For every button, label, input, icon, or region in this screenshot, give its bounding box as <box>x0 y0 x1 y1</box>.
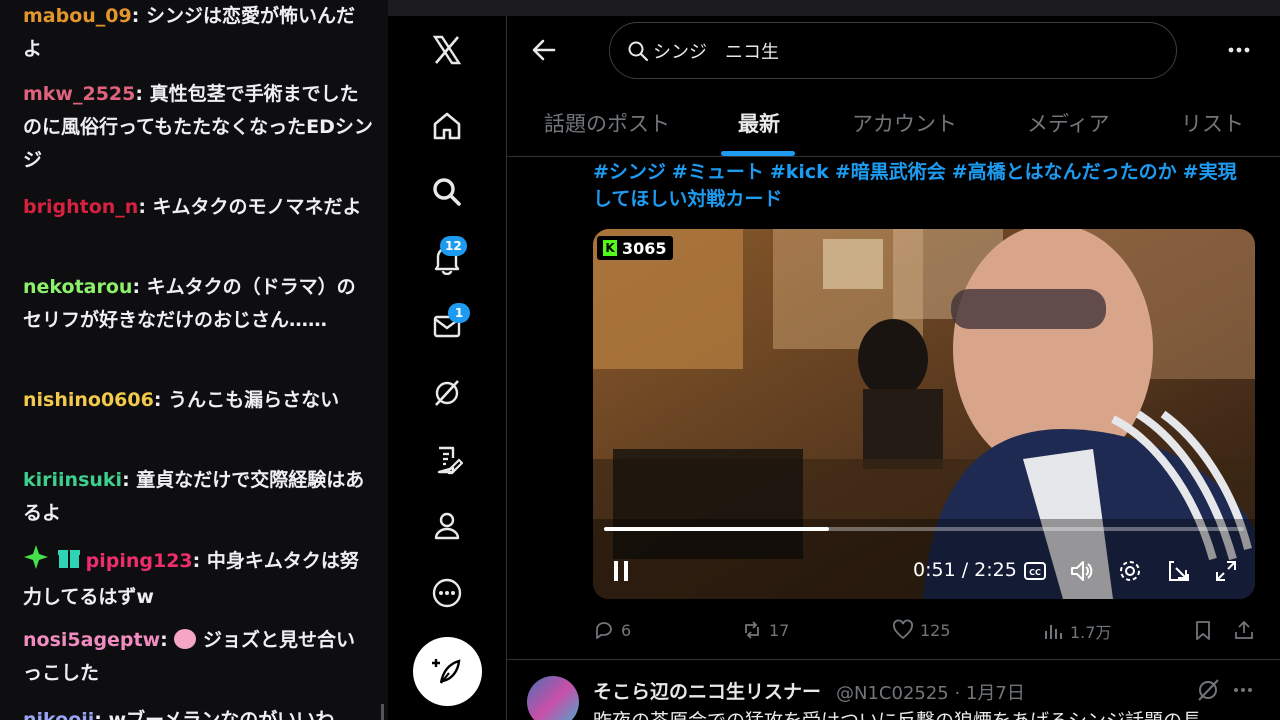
chat-message: nikooji: wブーメランなのがいいわ <box>23 704 373 720</box>
views-chart-icon <box>1045 625 1062 639</box>
tab-top[interactable]: 話題のポスト <box>544 108 670 138</box>
tweet-author-handle[interactable]: @N1C02525 · 1月7日 <box>836 679 1025 705</box>
share-button[interactable] <box>1233 619 1255 641</box>
kick-viewer-count: K 3065 <box>597 236 673 260</box>
reply-button[interactable]: 6 <box>593 619 631 641</box>
video-progress-bar[interactable] <box>604 527 1244 531</box>
sparkle-icon <box>24 545 48 569</box>
divider <box>507 156 1280 157</box>
search-box[interactable] <box>609 22 1177 79</box>
chat-message: nekotarou: キムタクの（ドラマ）のセリフが好きなだけのおじさん…… <box>23 276 356 331</box>
hashtag-link[interactable]: #kick <box>770 161 829 183</box>
hashtag-link[interactable]: #高橋とはなんだったのか <box>952 161 1177 183</box>
tab-latest[interactable]: 最新 <box>738 108 780 138</box>
chat-message: nosi5ageptw: ジョズと見せ合いっこした <box>23 629 356 684</box>
pause-icon[interactable] <box>606 556 636 586</box>
fullscreen-icon[interactable] <box>1211 556 1241 586</box>
heart-icon <box>893 619 913 640</box>
repost-button[interactable]: 17 <box>741 619 789 641</box>
chat-message: kiriinsuki: 童貞なだけで交際経験はあるよ <box>23 469 365 524</box>
x-logo-icon[interactable] <box>429 32 465 68</box>
tweet-text: 昨夜の茶原会での猛攻を受けついに反撃の狼煙をあげるシンジ話題の長 <box>593 706 1253 720</box>
chat-text: キムタクのモノマネだよ <box>152 196 362 218</box>
chat-username[interactable]: nekotarou <box>23 276 132 298</box>
like-count: 125 <box>920 620 951 640</box>
chat-username[interactable]: mabou_09 <box>23 5 132 27</box>
chat-message: brighton_n: キムタクのモノマネだよ <box>23 196 362 218</box>
chat-username[interactable]: mkw_2525 <box>23 83 135 105</box>
messages-badge: 1 <box>448 303 470 323</box>
search-input[interactable] <box>653 36 1133 66</box>
chat-message: nishino0606: うんこも漏らさない <box>23 389 340 411</box>
chat-username[interactable]: nishino0606 <box>23 389 154 411</box>
gift-icon <box>57 550 80 568</box>
share-icon <box>1235 620 1253 639</box>
tab-accounts[interactable]: アカウント <box>852 108 957 138</box>
chat-panel: mabou_09: シンジは恋愛が怖いんだよ mkw_2525: 真性包茎で手術… <box>0 0 388 720</box>
notification-badge: 12 <box>440 236 467 256</box>
grok-icon[interactable] <box>1198 679 1219 701</box>
chat-username[interactable]: kiriinsuki <box>23 469 122 491</box>
bookmark-icon <box>1196 621 1210 640</box>
repost-icon <box>745 621 759 639</box>
chat-username[interactable]: nosi5ageptw <box>23 629 160 651</box>
reply-count: 6 <box>621 620 632 640</box>
feather-plus-icon <box>431 658 460 684</box>
more-circle-icon[interactable] <box>429 575 465 611</box>
like-button[interactable]: 125 <box>892 619 951 641</box>
views-button[interactable]: 1.7万 <box>1042 619 1111 643</box>
chat-text: うんこも漏らさない <box>168 389 340 411</box>
chat-message: mabou_09: シンジは恋愛が怖いんだよ <box>23 5 355 60</box>
video-time: 0:51 / 2:25 <box>913 559 1017 581</box>
more-options-icon[interactable] <box>1234 688 1252 692</box>
kick-logo-icon: K <box>603 240 617 256</box>
tweet-hashtags: #シンジ #ミュート #kick #暗黒武術会 #高橋とはなんだったのか #実現してほしい… <box>593 159 1253 213</box>
video-frame <box>593 229 1255 599</box>
hashtag-link[interactable]: #シンジ <box>593 161 666 183</box>
view-count: 1.7万 <box>1070 623 1112 642</box>
pig-icon <box>174 629 197 649</box>
settings-gear-icon[interactable] <box>1115 556 1145 586</box>
repost-count: 17 <box>769 620 790 640</box>
hashtag-link[interactable]: #ミュート <box>672 161 764 183</box>
tweet-header-actions <box>1196 676 1256 704</box>
volume-icon[interactable] <box>1067 556 1097 586</box>
tweet-author-name[interactable]: そこら辺のニコ生リスナー <box>593 677 821 704</box>
explore-search-icon[interactable] <box>429 174 465 210</box>
svg-text:CC: CC <box>1029 568 1041 577</box>
bookmark-button[interactable] <box>1192 619 1214 641</box>
chat-message: piping123: 中身キムタクは努力してるはずw <box>23 544 373 614</box>
compose-post-button[interactable] <box>413 637 482 706</box>
chat-message: mkw_2525: 真性包茎で手術までしたのに風俗行ってもたたなくなったEDシン… <box>23 83 373 171</box>
video-progress-fill <box>604 527 829 531</box>
tab-lists[interactable]: リスト <box>1181 108 1244 138</box>
divider <box>507 659 1280 660</box>
search-icon <box>628 41 649 62</box>
dock-video-icon[interactable] <box>1164 556 1194 586</box>
home-icon[interactable] <box>429 108 465 144</box>
grok-icon[interactable] <box>429 375 465 411</box>
captions-icon[interactable]: CC <box>1020 556 1050 586</box>
profile-icon[interactable] <box>429 508 465 544</box>
more-options-icon[interactable] <box>1224 38 1254 62</box>
chat-scrollbar[interactable] <box>381 704 384 720</box>
video-player[interactable] <box>593 229 1255 599</box>
window-top-strip <box>388 0 1280 16</box>
chat-badges <box>23 544 82 581</box>
chat-text: wブーメランなのがいいわ <box>108 709 335 720</box>
hashtag-link[interactable]: #暗黒武術会 <box>835 161 946 183</box>
avatar[interactable] <box>527 676 579 720</box>
chat-username[interactable]: brighton_n <box>23 196 138 218</box>
back-arrow-icon[interactable] <box>530 36 558 64</box>
lists-icon[interactable] <box>429 442 465 478</box>
viewer-count: 3065 <box>622 238 667 258</box>
reply-icon <box>596 622 612 639</box>
chat-username[interactable]: nikooji <box>23 709 94 720</box>
chat-username[interactable]: piping123 <box>86 550 193 572</box>
tab-media[interactable]: メディア <box>1027 108 1110 138</box>
